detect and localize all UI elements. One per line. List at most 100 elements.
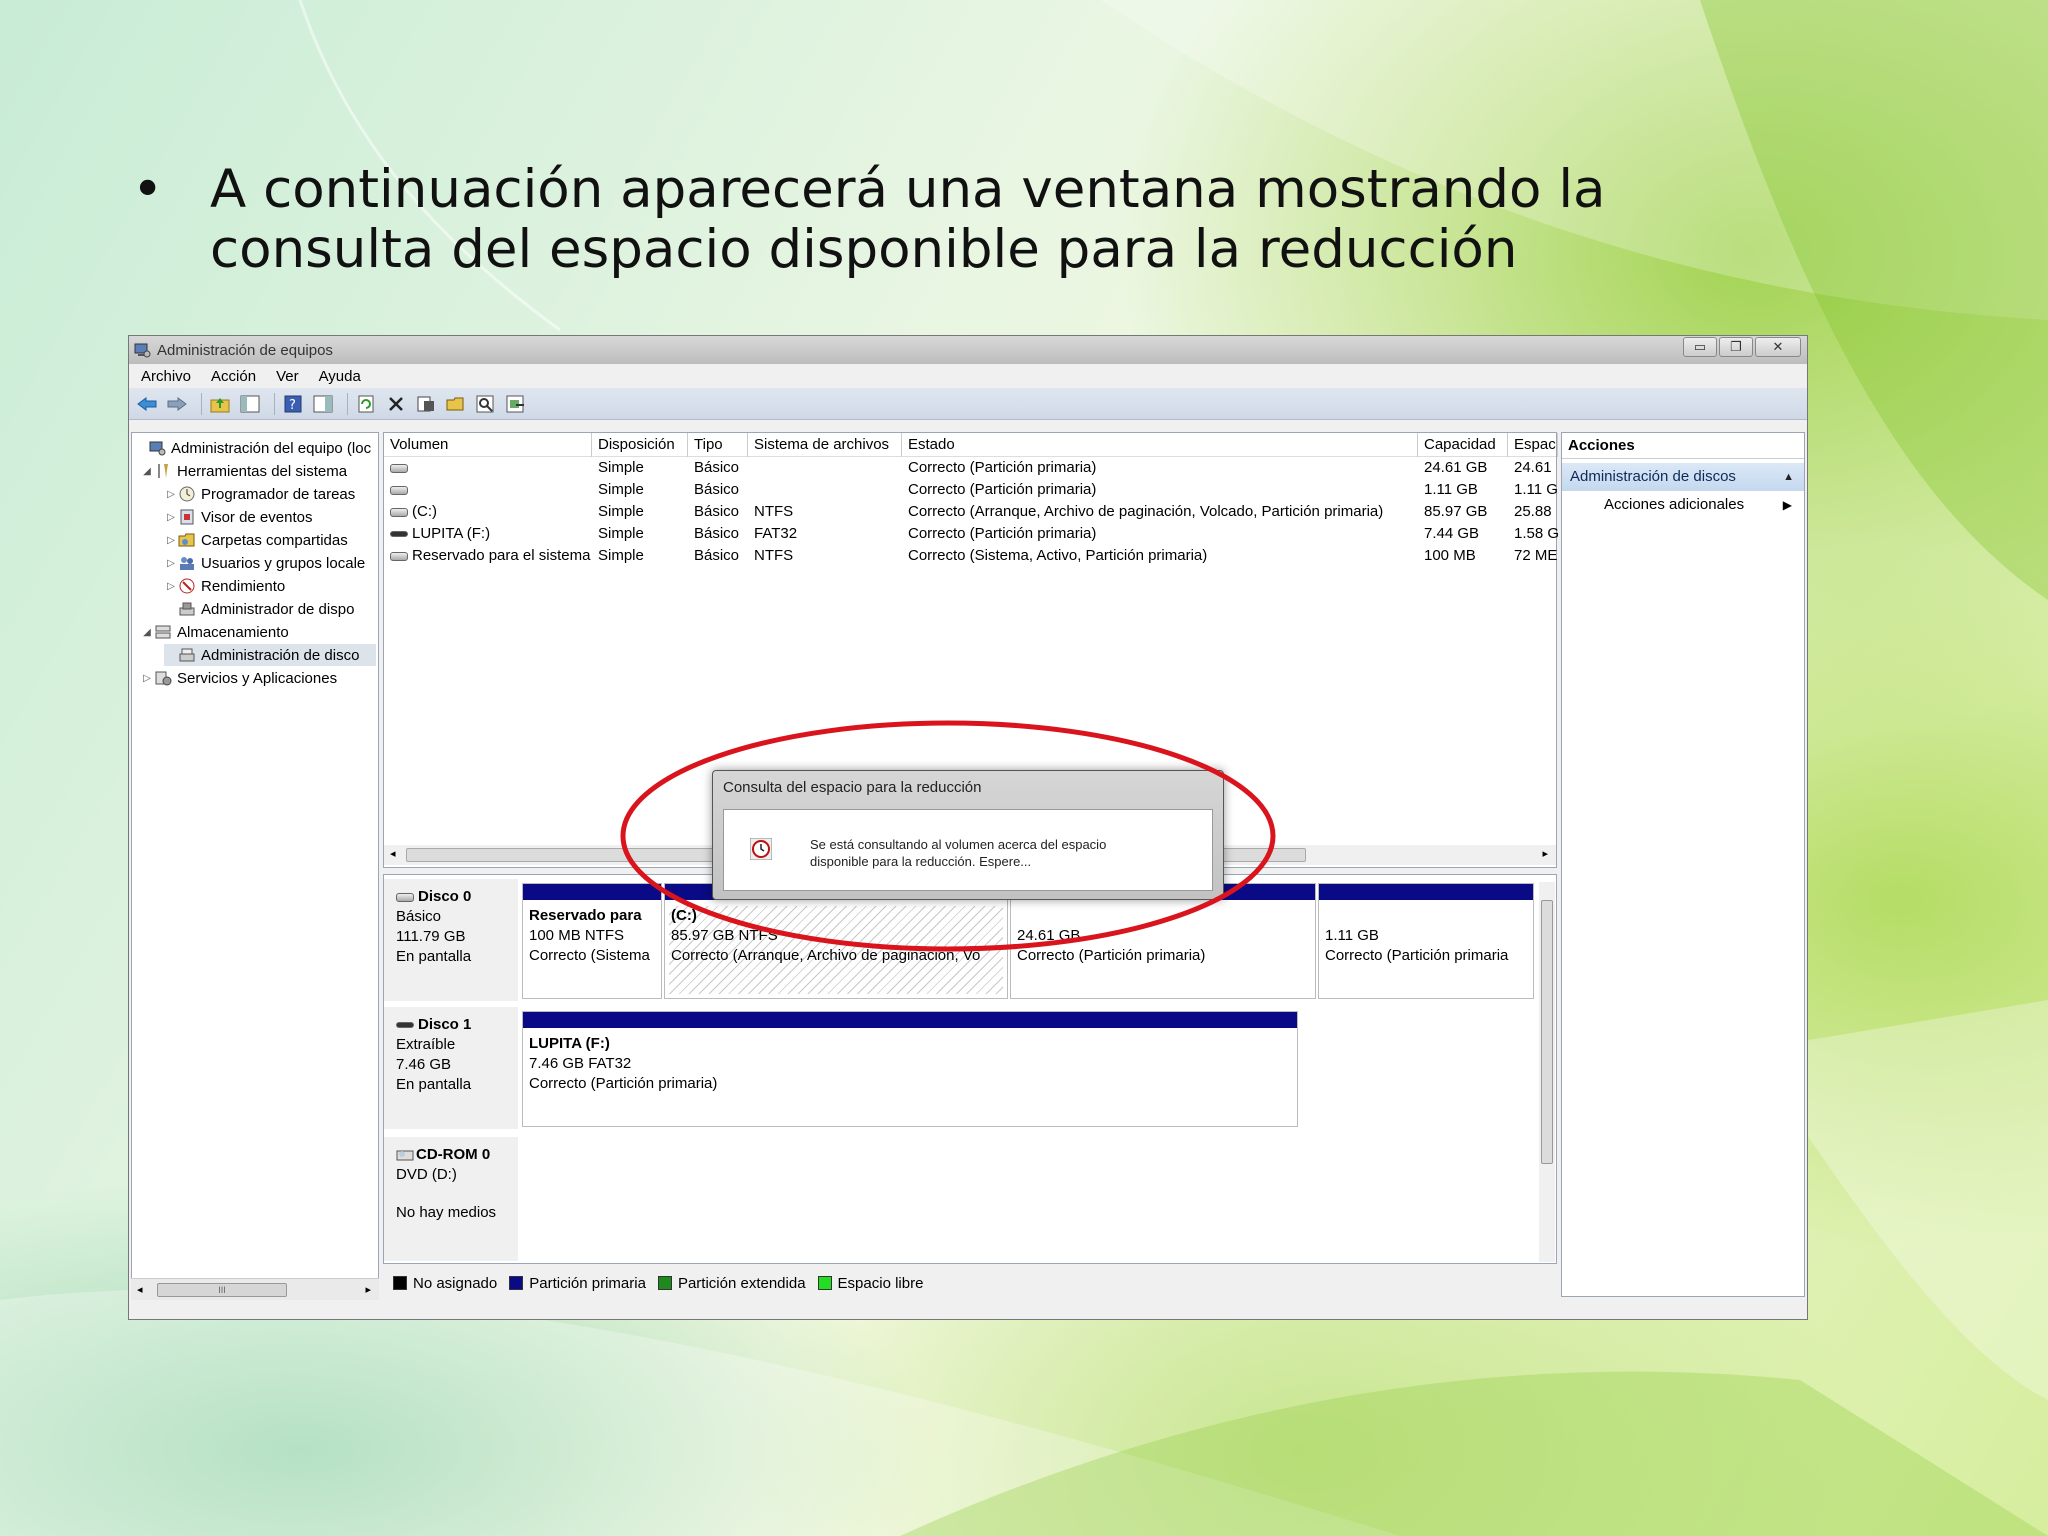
tree-horizontal-scrollbar[interactable]: ◂ III ▸ [131,1278,379,1300]
tree-item-task-scheduler[interactable]: ▷ Programador de tareas [164,483,355,505]
tree-arrow[interactable]: ▷ [140,673,154,684]
show-hide-tree-icon[interactable] [238,392,262,416]
device-manager-icon [179,602,195,616]
scroll-right-arrow[interactable]: ▸ [365,1283,371,1296]
navigation-tree: Administración del equipo (loc ◢ Herrami… [131,432,379,1297]
disk-map-vertical-scrollbar[interactable] [1539,882,1555,1262]
layout-cell: Simple [598,525,644,542]
bullet-mark: • [132,159,164,220]
minimize-button[interactable]: ▭ [1683,337,1717,357]
legend-label: Espacio libre [837,1274,924,1292]
table-row[interactable]: (C:) Simple Básico NTFS Correcto (Arranq… [384,501,1556,523]
status-cell: Correcto (Partición primaria) [908,459,1097,476]
menu-ayuda[interactable]: Ayuda [319,368,361,385]
tree-item-services-apps[interactable]: ▷ Servicios y Aplicaciones [140,667,337,689]
scroll-thumb[interactable]: III [157,1283,287,1297]
partition-lupita[interactable]: LUPITA (F:) 7.46 GB FAT32 Correcto (Part… [522,1011,1298,1127]
tree-item-local-users[interactable]: ▷ Usuarios y grupos locale [164,552,365,574]
tree-label: Carpetas compartidas [201,531,348,549]
actions-section-disk-management[interactable]: Administración de discos ▲ [1562,463,1804,491]
svg-text:?: ? [289,398,296,413]
tree-item-storage[interactable]: ◢ Almacenamiento [140,621,289,643]
disk-state: No hay medios [396,1204,497,1221]
tree-arrow[interactable]: ◢ [140,627,154,638]
help-icon[interactable]: ? [281,392,305,416]
column-header-layout[interactable]: Disposición [592,433,688,457]
column-header-free-space[interactable]: Espac [1508,433,1558,457]
tree-arrow[interactable]: ▷ [164,512,178,523]
tree-item-shared-folders[interactable]: ▷ Carpetas compartidas [164,529,348,551]
scroll-left-arrow[interactable]: ◂ [137,1283,143,1296]
legend-label: No asignado [413,1274,498,1292]
tree-item-event-viewer[interactable]: ▷ Visor de eventos [164,506,312,528]
disk-state: En pantalla [396,948,472,965]
forward-arrow-icon[interactable] [165,392,189,416]
tree-arrow[interactable]: ▷ [164,535,178,546]
tree-arrow[interactable]: ▷ [164,581,178,592]
layout-cell: Simple [598,503,644,520]
properties-icon[interactable] [414,392,438,416]
panel-icon[interactable] [311,392,335,416]
tree-item-computer-management[interactable]: Administración del equipo (loc [134,437,371,459]
disk-name: Disco 0 [418,888,472,905]
legend-label: Partición extendida [677,1274,806,1292]
restore-button[interactable]: ❐ [1719,337,1753,357]
tree-arrow[interactable]: ▷ [164,489,178,500]
delete-icon[interactable] [384,392,408,416]
table-row[interactable]: Reservado para el sistema Simple Básico … [384,545,1557,567]
tree-arrow[interactable]: ▷ [164,558,178,569]
up-folder-icon[interactable] [208,392,232,416]
menu-archivo[interactable]: Archivo [141,368,191,385]
actions-panel: Acciones Administración de discos ▲ Acci… [1561,432,1805,1297]
event-viewer-icon [180,509,194,525]
free-space-cell: 25.88 [1514,503,1552,520]
scroll-right-arrow[interactable]: ▸ [1542,847,1548,860]
removable-disk-icon [396,1022,414,1029]
tree-item-device-manager[interactable]: Administrador de dispo [164,598,354,620]
type-cell: Básico [694,481,740,498]
more-icon[interactable] [504,392,528,416]
highlight-ellipse [620,720,1276,952]
tree-item-performance[interactable]: ▷ Rendimiento [164,575,285,597]
column-header-filesystem[interactable]: Sistema de archivos [748,433,902,457]
collapse-icon[interactable]: ▲ [1783,463,1794,491]
scroll-left-arrow[interactable]: ◂ [390,847,396,860]
tree-item-disk-management[interactable]: Administración de disco [164,644,376,666]
more-actions-item[interactable]: Acciones adicionales ▶ [1562,491,1804,519]
users-icon [180,557,194,570]
tree-label: Servicios y Aplicaciones [177,669,338,687]
column-header-capacity[interactable]: Capacidad [1418,433,1508,457]
table-row[interactable]: Simple Básico Correcto (Partición primar… [384,479,1558,501]
disk-state: En pantalla [396,1076,472,1093]
partition-primary-1gb[interactable]: 1.11 GB Correcto (Partición primaria [1318,883,1534,999]
storage-icon [155,625,171,639]
menu-ver[interactable]: Ver [276,368,299,385]
menu-accion[interactable]: Acción [211,368,256,385]
tree-item-system-tools[interactable]: ◢ Herramientas del sistema [140,460,347,482]
back-arrow-icon[interactable] [135,392,159,416]
column-header-volume[interactable]: Volumen [384,433,592,457]
search-icon[interactable] [474,392,498,416]
toolbar: ? [129,388,1807,420]
title-bar[interactable]: Administración de equipos ▭ ❐ ✕ [129,336,1807,364]
partition-title: LUPITA (F:) [529,1035,610,1052]
table-row[interactable]: LUPITA (F:) Simple Básico FAT32 Correcto… [384,523,1558,545]
open-icon[interactable] [444,392,468,416]
refresh-icon[interactable] [354,392,378,416]
disk-kind: Básico [396,908,442,925]
submenu-arrow-icon: ▶ [1782,498,1792,512]
tree-arrow[interactable]: ◢ [140,466,154,477]
partition-text: LUPITA (F:) 7.46 GB FAT32 Correcto (Part… [523,1028,1297,1094]
disk-icon [396,892,414,902]
table-row[interactable]: Simple Básico Correcto (Partición primar… [384,457,1556,479]
column-header-type[interactable]: Tipo [688,433,748,457]
disk-name: CD-ROM 0 [416,1146,491,1163]
cdrom-0-label[interactable]: CD-ROM 0 DVD (D:) No hay medios [384,1137,518,1261]
disk-1-label[interactable]: Disco 1 Extraíble 7.46 GB En pantalla [384,1007,518,1129]
layout-cell: Simple [598,481,644,498]
disk-0-label[interactable]: Disco 0 Básico 111.79 GB En pantalla [384,879,518,1001]
close-button[interactable]: ✕ [1755,337,1801,357]
column-header-status[interactable]: Estado [902,433,1418,457]
capacity-cell: 7.44 GB [1424,525,1480,542]
scroll-thumb[interactable] [1541,900,1553,1164]
